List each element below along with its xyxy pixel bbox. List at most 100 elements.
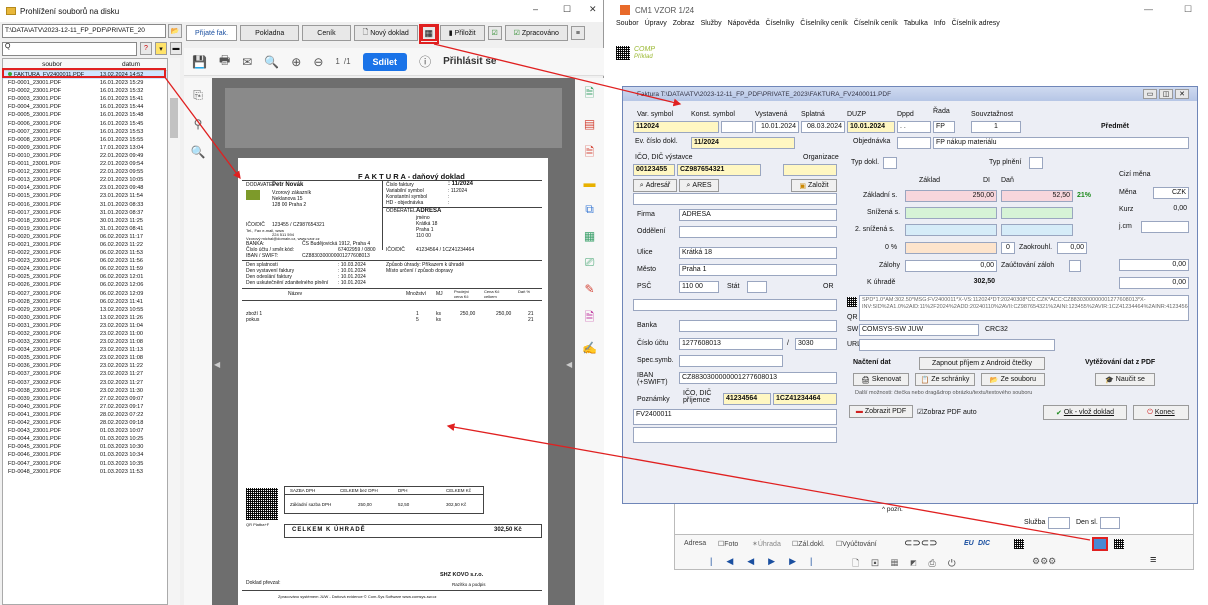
naucit-se-button[interactable]: 🎓 Naučit se xyxy=(1095,373,1155,386)
zalozit-button[interactable]: ▣ Založit xyxy=(791,179,837,192)
dialog-close-button[interactable]: ✕ xyxy=(1175,89,1189,99)
typ-dokl-input[interactable] xyxy=(883,157,897,169)
prev-page-arrow-icon[interactable]: ◀ xyxy=(214,360,220,369)
page-down-icon[interactable]: ⊖ xyxy=(313,55,323,69)
file-row[interactable]: FD-0024_23001.PDF 06.02.2023 11:59 xyxy=(3,265,167,273)
file-row[interactable]: FD-0033_23001.PDF 23.02.2023 11:08 xyxy=(3,338,167,346)
zakladni-dan-input[interactable]: 52,50 xyxy=(1001,190,1073,202)
zobrazit-pdf-button[interactable]: ▬ Zobrazit PDF xyxy=(849,405,913,418)
prijemce-ico-input[interactable]: 41234564 xyxy=(723,393,771,405)
file-row[interactable]: FD-0012_23001.PDF 22.01.2023 09:55 xyxy=(3,168,167,176)
sluzba-input[interactable] xyxy=(1048,517,1070,529)
sign-icon[interactable]: ✍ xyxy=(582,341,597,355)
toolbar-dic[interactable]: DIC xyxy=(978,540,990,547)
file-row[interactable]: FD-0021_23001.PDF 06.02.2023 11:22 xyxy=(3,241,167,249)
toolbar-adresa[interactable]: Adresa xyxy=(684,540,706,547)
file-row[interactable]: FD-0002_23001.PDF 16.01.2023 15:32 xyxy=(3,87,167,95)
file-row[interactable]: FD-0014_23001.PDF 23.01.2023 09:48 xyxy=(3,184,167,192)
file-row[interactable]: FD-0016_23001.PDF 31.01.2023 08:33 xyxy=(3,201,167,209)
file-row[interactable]: FD-0043_23001.PDF 01.03.2023 10:07 xyxy=(3,427,167,435)
toolbar-uhrada[interactable]: ✶Úhrada xyxy=(752,540,781,548)
convert-icon[interactable]: ⧉ xyxy=(585,202,594,217)
kod-banky-input[interactable]: 3030 xyxy=(795,338,837,350)
comment-icon[interactable]: ▬ xyxy=(584,176,596,190)
file-row[interactable]: FD-0003_23001.PDF 16.01.2023 15:41 xyxy=(3,95,167,103)
file-row[interactable]: FD-0044_23001.PDF 01.03.2023 10:25 xyxy=(3,435,167,443)
adresar-button[interactable]: ⌕ Adresář xyxy=(633,179,677,192)
mail-icon[interactable]: ✉ xyxy=(242,55,252,69)
firma-input[interactable]: ADRESA xyxy=(679,209,837,221)
nula-zaklad-input[interactable] xyxy=(905,242,997,254)
snizena-dan-input[interactable] xyxy=(1001,207,1073,219)
file-row[interactable]: FD-0029_23001.PDF 13.02.2023 10:55 xyxy=(3,306,167,314)
ico-input[interactable]: 00123455 xyxy=(633,164,675,176)
toolbar-qr-icon[interactable] xyxy=(1014,539,1024,549)
toolbar-zaldokl[interactable]: ☐Zál.dokl. xyxy=(792,540,825,548)
tab-cenik[interactable]: Ceník xyxy=(302,25,351,41)
toolbar-foto[interactable]: ☐Foto xyxy=(718,540,738,548)
spec-symb-input[interactable] xyxy=(679,355,783,367)
file-row[interactable]: FD-0017_23001.PDF 31.01.2023 08:37 xyxy=(3,209,167,217)
file-list-scrollbar[interactable] xyxy=(168,58,180,605)
file-row[interactable]: FD-0009_23001.PDF 17.01.2023 13:04 xyxy=(3,144,167,152)
file-row[interactable]: FD-0015_23001.PDF 23.01.2023 11:54 xyxy=(3,192,167,200)
konst-symbol-input[interactable] xyxy=(721,121,753,133)
menu-ciselniky[interactable]: Číselníky xyxy=(766,20,795,34)
scroll-thumb[interactable] xyxy=(170,98,178,138)
banka-input[interactable] xyxy=(679,320,837,332)
file-row[interactable]: FD-0028_23001.PDF 06.02.2023 11:41 xyxy=(3,298,167,306)
psc-input[interactable]: 110 00 xyxy=(679,281,719,293)
file-row[interactable]: FD-0042_23001.PDF 28.02.2023 09:18 xyxy=(3,419,167,427)
signin-link[interactable]: Přihlásit se xyxy=(443,56,496,67)
zaokrouhl-num-input[interactable]: 0 xyxy=(1001,242,1015,254)
file-row[interactable]: FD-0008_23001.PDF 16.01.2023 15:55 xyxy=(3,136,167,144)
iban-input[interactable]: CZ8830300000001277608013 xyxy=(679,372,837,384)
file-row[interactable]: FD-0022_23001.PDF 06.02.2023 11:53 xyxy=(3,249,167,257)
file-row[interactable]: FD-0037_23002.PDF 23.02.2023 11:27 xyxy=(3,379,167,387)
ev-cislo-input[interactable]: 11/2024 xyxy=(691,137,795,149)
qr-text-field[interactable]: SPD*1.0*AM:302.50*MSG:FV2400011*X-VS:112… xyxy=(859,295,1189,321)
menu-zobraz[interactable]: Zobraz xyxy=(673,20,695,34)
den-sl-input[interactable] xyxy=(1100,517,1120,529)
menu-tabulka[interactable]: Tabulka xyxy=(904,20,928,34)
toolbar-qr-icon-2[interactable] xyxy=(1114,539,1124,549)
dialog-restore-button[interactable]: ◫ xyxy=(1159,89,1173,99)
attach-button[interactable]: ▮ Přiložit xyxy=(439,25,485,41)
check-button[interactable]: ☑ xyxy=(487,26,502,40)
minimize-button[interactable]: – xyxy=(533,4,538,14)
file-row[interactable]: FD-0047_23001.PDF 01.03.2023 10:35 xyxy=(3,460,167,468)
file-row[interactable]: FD-0036_23001.PDF 23.02.2023 11:22 xyxy=(3,362,167,370)
oddeleni-input[interactable] xyxy=(679,226,837,238)
souvztaznost-input[interactable]: 1 xyxy=(971,121,1021,133)
action-icons[interactable]: 🗋▣▦◩⎙⏻ xyxy=(852,556,968,572)
file-row[interactable]: FD-0030_23001.PDF 13.02.2023 11:26 xyxy=(3,314,167,322)
kurz-input[interactable]: 0,00 xyxy=(1153,204,1189,216)
prijemce-dic-input[interactable]: 1CZ41234464 xyxy=(773,393,837,405)
ulice-input[interactable]: Krátká 18 xyxy=(679,247,837,259)
open-folder-icon[interactable]: 📂 xyxy=(168,23,182,38)
file-row[interactable]: FD-0032_23001.PDF 23.02.2023 11:00 xyxy=(3,330,167,338)
file-row[interactable]: FD-0040_23001.PDF 27.02.2023 09:17 xyxy=(3,403,167,411)
poznamky-input-2[interactable] xyxy=(633,427,837,443)
objednavka-input[interactable] xyxy=(897,137,931,149)
organizace-input[interactable] xyxy=(783,164,837,176)
typ-plneni-input[interactable] xyxy=(1029,157,1043,169)
search-input[interactable]: Q xyxy=(2,41,137,56)
menu-soubor[interactable]: Soubor xyxy=(616,20,639,34)
duzp-input[interactable]: 10.01.2024 xyxy=(847,121,895,133)
snizena2-dan-input[interactable] xyxy=(1001,224,1073,236)
menu-ciselnik-cenik[interactable]: Číselník ceník xyxy=(854,20,898,34)
extra-address-input[interactable] xyxy=(633,193,837,205)
file-row[interactable]: FD-0018_23001.PDF 30.01.2023 11:25 xyxy=(3,217,167,225)
form-icon[interactable]: ▤ xyxy=(584,117,595,131)
collapse-icon[interactable]: ▬ xyxy=(170,42,182,55)
var-symbol-input[interactable]: 112024 xyxy=(633,121,719,133)
mena-input[interactable]: CZK xyxy=(1153,187,1189,199)
menu-upravy[interactable]: Úpravy xyxy=(645,20,667,34)
menu-info[interactable]: Info xyxy=(934,20,946,34)
close-button[interactable]: ✕ xyxy=(589,4,597,15)
draw-icon[interactable]: ✎ xyxy=(584,282,594,296)
page-current[interactable]: 1 xyxy=(335,57,339,66)
file-row[interactable]: FD-0031_23001.PDF 23.02.2023 11:04 xyxy=(3,322,167,330)
file-row[interactable]: FD-0004_23001.PDF 16.01.2023 15:44 xyxy=(3,103,167,111)
